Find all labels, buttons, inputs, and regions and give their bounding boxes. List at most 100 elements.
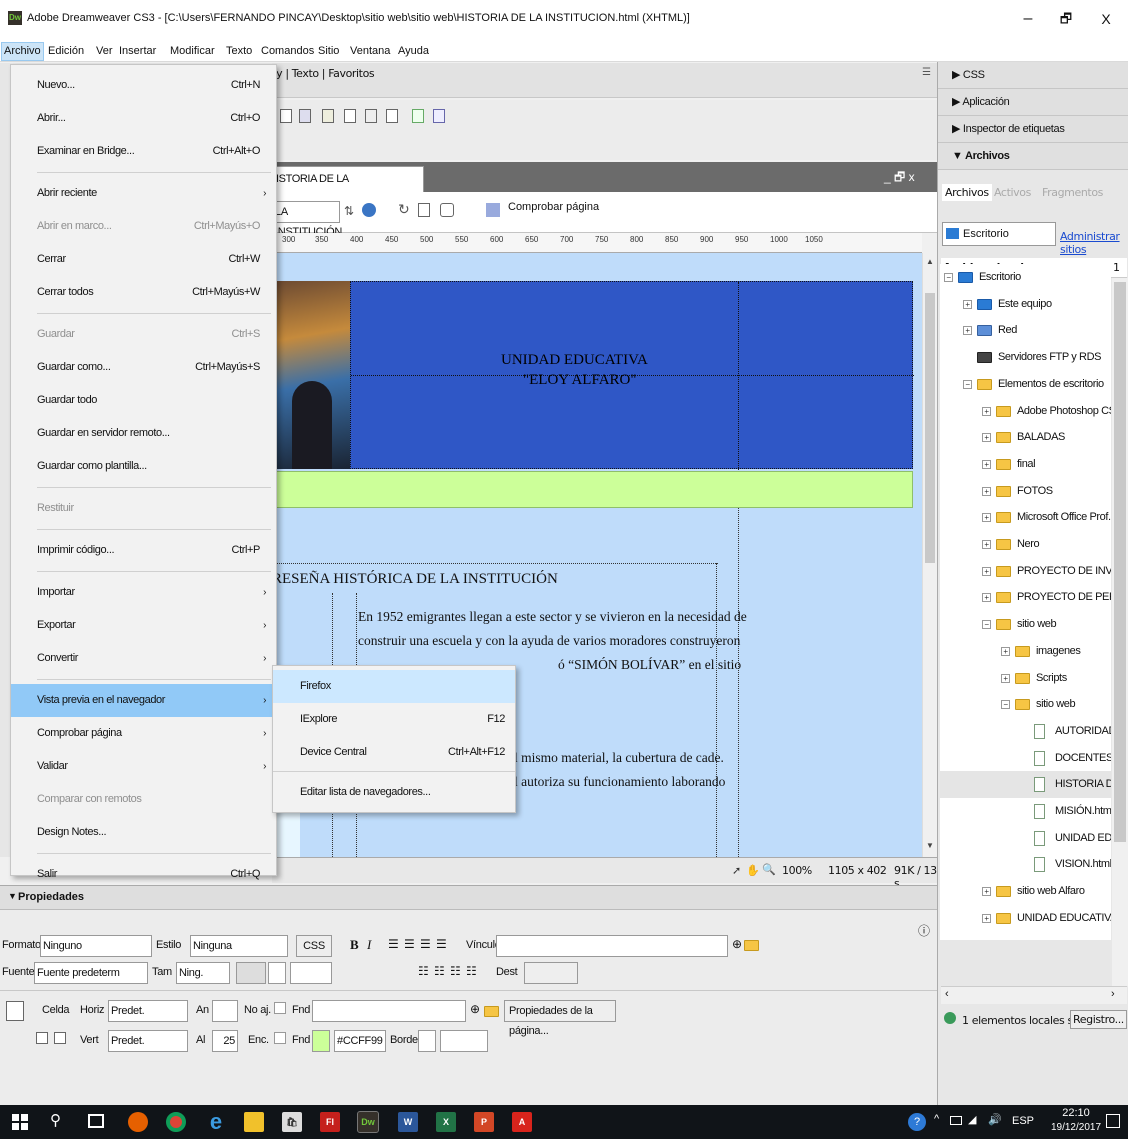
tree-node[interactable]: + Adobe Photoshop CS6 [940,398,1111,425]
panel-aplicacion-header[interactable]: ▶ Aplicación [938,89,1128,116]
panel-archivos-header[interactable]: ▼ Archivos [938,143,1128,170]
align-center-icon[interactable]: ☰ [404,937,415,951]
css-button[interactable]: CSS [296,935,332,957]
expand-icon[interactable]: + [1001,646,1010,656]
scroll-left-icon[interactable]: ‹ [945,988,949,1000]
vert-select[interactable]: Predet. [108,1030,188,1052]
fnd-color-input[interactable]: #CCFF99 [334,1030,386,1052]
tree-node[interactable]: + Nero [940,531,1111,558]
dreamweaver-taskbar-icon[interactable]: Dw [357,1111,379,1133]
menu-archivo[interactable]: Archivo [1,42,44,61]
dest-select[interactable] [524,962,578,984]
expand-icon[interactable]: + [982,593,991,603]
expand-icon[interactable]: + [982,486,991,496]
ordered-list-icon[interactable]: ☷ [434,964,445,978]
collapse-triangle-icon[interactable]: ▼ [8,891,17,901]
an-input[interactable] [212,1000,238,1022]
expand-icon[interactable]: + [982,913,991,923]
refresh-icon[interactable]: ↻ [398,201,410,218]
store-taskbar-icon[interactable]: 🛍 [282,1112,302,1132]
word-taskbar-icon[interactable]: W [398,1112,418,1132]
menu-sitio[interactable]: Sitio [316,43,341,60]
tree-node[interactable]: + Red [940,317,1111,344]
window-size[interactable]: 1105 x 402 [828,864,887,877]
expand-icon[interactable]: + [982,406,991,416]
menu-item-vista-previa-en-el-navegador[interactable]: Vista previa en el navegador › [11,684,276,717]
italic-button[interactable]: I [367,937,371,953]
tray-chevron-icon[interactable]: ^ [934,1113,939,1125]
tree-scroll-thumb[interactable] [1114,282,1126,842]
scroll-down-icon[interactable]: ▼ [926,841,934,850]
flash-taskbar-icon[interactable]: Fl [320,1112,340,1132]
menu-item-examinar-en-bridge[interactable]: Examinar en Bridge... Ctrl+Alt+O [11,135,276,168]
unordered-list-icon[interactable]: ☷ [418,964,429,978]
collapse-icon[interactable]: − [944,273,953,282]
vinculo-input[interactable] [496,935,728,957]
view-options-icon[interactable] [418,203,430,217]
tree-node[interactable]: + final [940,451,1111,478]
tree-node[interactable]: UNIDAD EDU... [940,825,1111,852]
validate-icon[interactable] [486,203,500,217]
menu-modificar[interactable]: Modificar [168,43,217,60]
check-page-button[interactable]: Comprobar página [508,201,599,213]
log-button[interactable]: Registro... [1070,1010,1127,1029]
menu-item-guardar-en-servidor-remoto[interactable]: Guardar en servidor remoto... [11,417,276,450]
collapse-icon[interactable]: − [963,379,972,389]
manage-sites-link[interactable]: Administrar sitios [1060,230,1128,256]
visual-aids-icon[interactable] [440,203,454,217]
close-button[interactable]: X [1092,7,1120,31]
clock-date[interactable]: 19/12/2017 [1048,1122,1104,1133]
menu-item-guardar-como[interactable]: Guardar como... Ctrl+Mayús+S [11,351,276,384]
zoom-tool-icon[interactable]: 🔍 [762,863,776,876]
formato-select[interactable]: Ninguno [40,935,152,957]
scroll-up-icon[interactable]: ▲ [926,257,934,266]
collapse-icon[interactable]: − [1001,700,1010,710]
tree-node[interactable]: Servidores FTP y RDS [940,344,1111,371]
fnd-color-swatch[interactable] [312,1030,330,1052]
panel-inspector-header[interactable]: ▶ Inspector de etiquetas [938,116,1128,143]
menu-item-convertir[interactable]: Convertir › [11,642,276,675]
point-to-file-icon[interactable]: ⊕ [732,937,742,951]
menu-item-design-notes[interactable]: Design Notes... [11,816,276,849]
preview-globe-icon[interactable] [362,203,376,217]
document-tab[interactable]: ISTORIA DE LA INSTITUCION.html [272,166,424,209]
insert-form-icon[interactable] [365,109,377,123]
tree-horizontal-scrollbar[interactable]: ‹ › [941,986,1127,1004]
menu-item-imprimir-código[interactable]: Imprimir código... Ctrl+P [11,534,276,567]
expand-icon[interactable]: + [982,887,991,897]
tree-node[interactable]: MISIÓN.html [940,798,1111,825]
insert-snippet-icon[interactable] [412,109,424,123]
outdent-icon[interactable]: ☷ [450,964,461,978]
windows-start-icon[interactable] [12,1114,28,1130]
collapse-icon[interactable]: − [982,620,991,630]
fnd-image-input[interactable] [312,1000,466,1022]
tree-node[interactable]: AUTORIDAD... [940,718,1111,745]
fuente-select[interactable]: Fuente predeterm [34,962,148,984]
tab-fragmentos[interactable]: Fragmentos [1042,186,1103,199]
tab-activos[interactable]: Activos [994,186,1031,199]
expand-icon[interactable]: + [963,299,972,309]
tree-node[interactable]: + BALADAS [940,424,1111,451]
menu-ver[interactable]: Ver [94,43,115,60]
menu-item-abrir-reciente[interactable]: Abrir reciente › [11,177,276,210]
excel-taskbar-icon[interactable]: X [436,1112,456,1132]
scroll-right-icon[interactable]: › [1111,988,1115,1000]
align-justify-icon[interactable]: ☰ [436,937,447,951]
tree-node[interactable]: − Escritorio [940,264,1111,291]
tree-node[interactable]: + FOTOS [940,478,1111,505]
scroll-thumb[interactable] [925,293,935,563]
menu-item-comprobar-página[interactable]: Comprobar página › [11,717,276,750]
indent-icon[interactable]: ☷ [466,964,477,978]
select-tool-icon[interactable]: ➚ [732,864,741,877]
canvas-vertical-scrollbar[interactable]: ▲ ▼ [922,253,937,857]
tree-node[interactable]: DOCENTES.h... [940,745,1111,772]
horiz-select[interactable]: Predet. [108,1000,188,1022]
expand-icon[interactable]: + [982,513,991,523]
zoom-level[interactable]: 100% [782,864,812,877]
insert-widget-icon[interactable] [433,109,445,123]
expand-icon[interactable]: + [963,326,972,336]
bold-button[interactable]: B [350,937,359,953]
help-tray-icon[interactable]: ? [908,1113,926,1131]
clock-time[interactable]: 22:10 [1054,1107,1098,1119]
notifications-icon[interactable] [1106,1114,1120,1128]
